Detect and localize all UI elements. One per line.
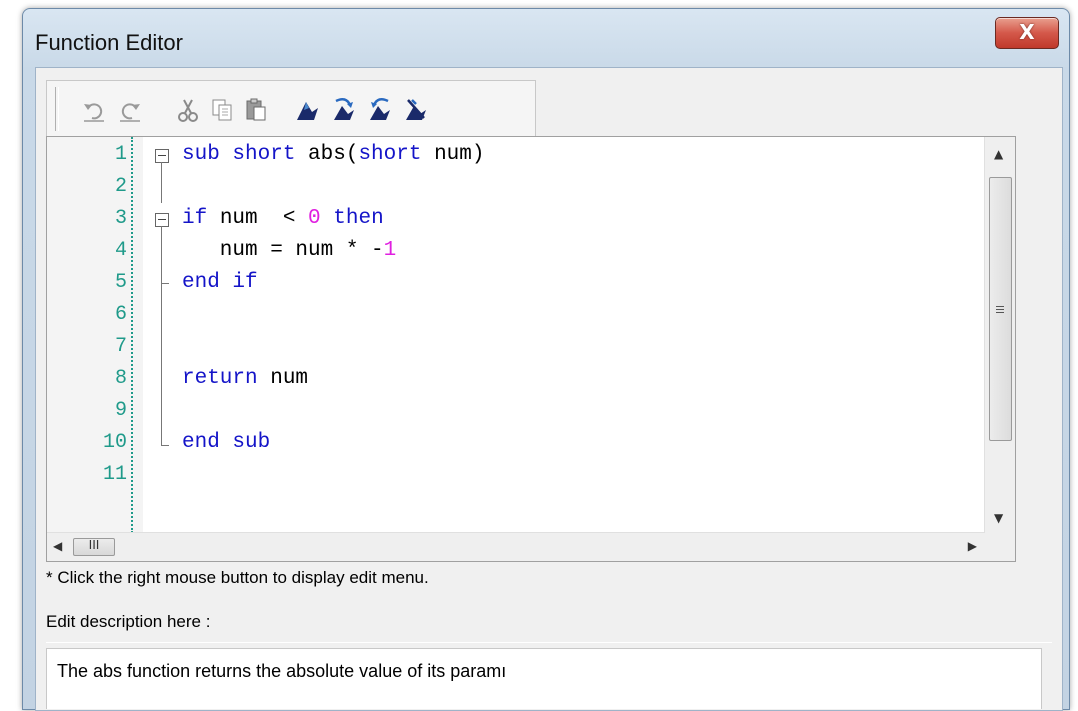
fold-end-tick <box>161 283 169 284</box>
code-line: end if <box>182 271 258 294</box>
fold-line <box>161 226 162 283</box>
fold-line <box>161 162 162 203</box>
fold-end-tick <box>161 445 169 446</box>
vertical-scroll-thumb[interactable] <box>989 177 1012 441</box>
vertical-scrollbar[interactable]: ▲ ▼ <box>984 137 1015 533</box>
code-line: return num <box>182 367 309 390</box>
scroll-down-icon[interactable]: ▼ <box>994 511 1003 525</box>
paste-icon <box>246 98 266 121</box>
gutter-divider <box>131 137 133 533</box>
code-line: sub short abs(short num) <box>182 143 485 166</box>
line-number: 4 <box>114 239 127 262</box>
close-icon: X <box>1019 20 1035 44</box>
dialog-body: 1 2 3 4 5 6 7 8 9 10 11 sub short abs(sh… <box>35 67 1063 711</box>
horizontal-scroll-thumb[interactable]: III <box>73 537 115 556</box>
fold-toggle-icon[interactable] <box>155 213 169 227</box>
copy-icon <box>212 99 232 121</box>
scroll-up-icon[interactable]: ▲ <box>994 147 1003 161</box>
editor-toolbar <box>46 80 536 137</box>
window-title: Function Editor <box>35 30 183 55</box>
code-line: if num < 0 then <box>182 207 384 230</box>
redo-icon <box>120 103 140 122</box>
code-line: num = num * -1 <box>182 239 397 262</box>
description-label: Edit description here : <box>46 612 211 631</box>
function-editor-window: Function Editor X 1 2 3 4 5 6 7 8 9 10 1… <box>22 8 1070 711</box>
fold-line <box>161 283 162 445</box>
line-number: 7 <box>114 335 127 358</box>
line-number: 2 <box>114 175 127 198</box>
previous-bookmark-icon <box>370 97 390 120</box>
next-bookmark-icon <box>334 97 354 120</box>
close-button[interactable]: X <box>995 17 1059 49</box>
title-bar[interactable]: Function Editor X <box>23 9 1069 67</box>
next-bookmark-button[interactable] <box>329 95 359 125</box>
line-number: 8 <box>114 367 127 390</box>
scroll-left-icon[interactable]: ◀ <box>53 539 62 553</box>
fold-toggle-icon[interactable] <box>155 149 169 163</box>
hint-text: * Click the right mouse button to displa… <box>46 568 429 587</box>
code-editor[interactable]: 1 2 3 4 5 6 7 8 9 10 11 sub short abs(sh… <box>46 136 1016 562</box>
scroll-right-icon[interactable]: ▶ <box>968 539 977 553</box>
line-number: 11 <box>102 463 127 486</box>
toggle-bookmark-button[interactable] <box>293 95 323 125</box>
cut-icon <box>178 99 198 122</box>
redo-button[interactable] <box>115 95 145 125</box>
line-number-gutter: 1 2 3 4 5 6 7 8 9 10 11 <box>47 137 143 533</box>
line-number: 6 <box>114 303 127 326</box>
divider <box>46 642 1052 643</box>
line-number: 1 <box>114 143 127 166</box>
undo-icon <box>84 103 104 122</box>
code-line: end sub <box>182 431 271 454</box>
horizontal-scrollbar[interactable]: ◀ III ▶ <box>47 532 985 561</box>
toggle-bookmark-icon <box>297 102 318 120</box>
line-number: 9 <box>114 399 127 422</box>
thumb-grip-icon <box>996 304 1004 315</box>
scrollbar-corner <box>985 533 1015 561</box>
toolbar-grip[interactable] <box>55 87 59 131</box>
undo-button[interactable] <box>79 95 109 125</box>
paste-button[interactable] <box>241 95 271 125</box>
description-value: The abs function returns the absolute va… <box>57 661 507 681</box>
thumb-grip-icon: III <box>88 537 100 552</box>
cut-button[interactable] <box>173 95 203 125</box>
line-number: 10 <box>102 431 127 454</box>
clear-bookmarks-button[interactable] <box>401 95 431 125</box>
copy-button[interactable] <box>207 95 237 125</box>
line-number: 5 <box>114 271 127 294</box>
clear-bookmarks-icon <box>406 99 426 120</box>
line-number: 3 <box>114 207 127 230</box>
previous-bookmark-button[interactable] <box>365 95 395 125</box>
